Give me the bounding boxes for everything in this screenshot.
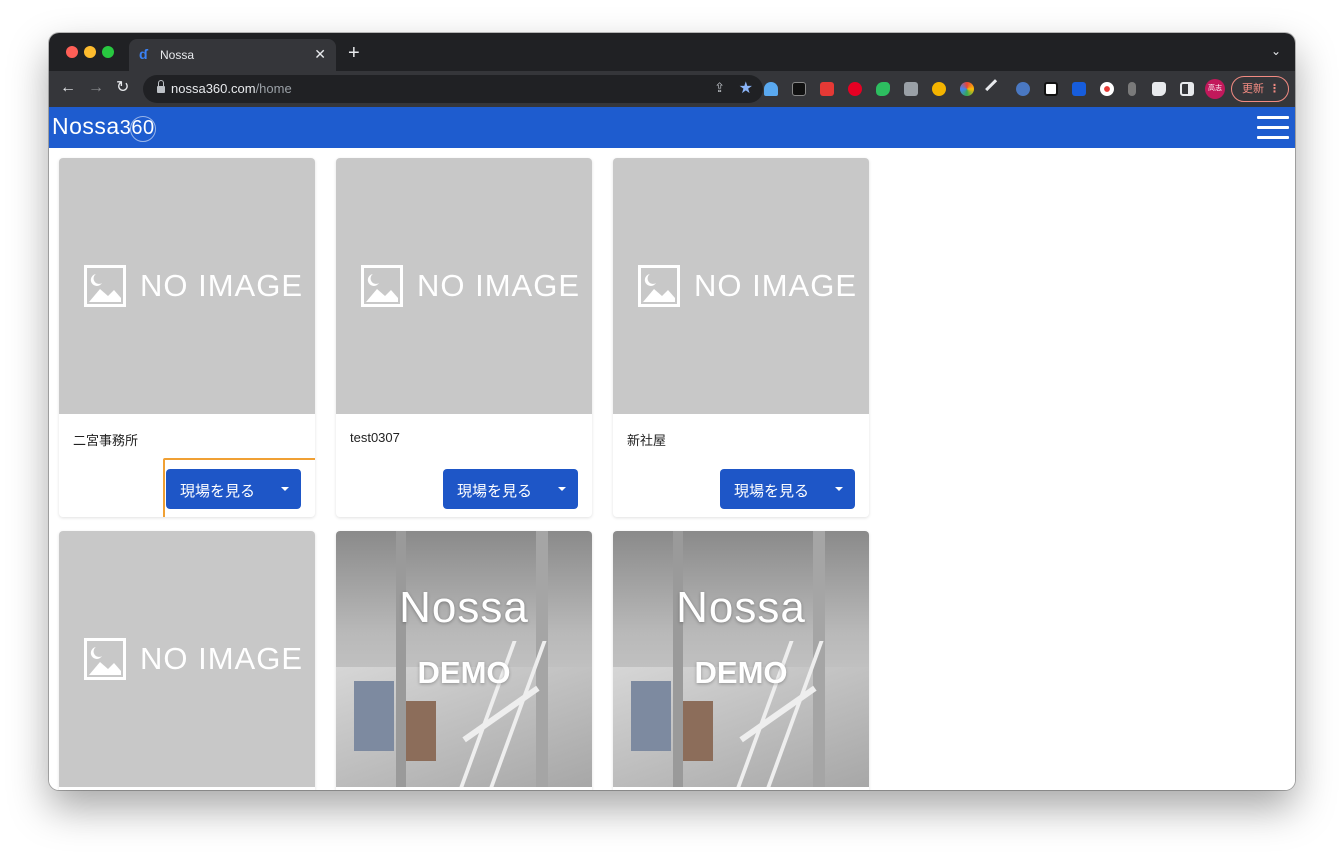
site-title: test0307 (350, 430, 400, 445)
demo-thumbnail[interactable]: Nossa DEMO (613, 531, 869, 787)
extensions-puzzle-icon[interactable] (1152, 82, 1166, 96)
site-card: Nossa DEMO (336, 531, 592, 790)
no-image-placeholder: NO IMAGE (84, 637, 303, 681)
side-panel-icon[interactable] (1180, 82, 1194, 96)
bookmark-star-icon[interactable]: ★ (739, 78, 753, 98)
browser-window: ɗ Nossa ✕ + ⌄ ← → ↻ nossa360.com/home ⇪ … (49, 33, 1295, 790)
demo-thumbnail[interactable]: Nossa DEMO (336, 531, 592, 787)
app-header: Nossa360 (49, 107, 1295, 148)
extension-gem-icon[interactable] (764, 82, 778, 96)
maximize-window-button[interactable] (102, 46, 114, 58)
extension-bitwarden-icon[interactable] (1072, 82, 1086, 96)
more-menu-icon[interactable]: ⋮ (1269, 77, 1280, 101)
update-button[interactable]: 更新 ⋮ (1231, 76, 1289, 102)
browser-toolbar: ← → ↻ nossa360.com/home ⇪ ★ 高志 更新 ⋮ (49, 71, 1295, 107)
demo-brand-text: Nossa (399, 583, 529, 632)
view-site-button[interactable]: 現場を見る (443, 469, 578, 509)
extension-color-icon[interactable] (960, 82, 974, 96)
address-bar[interactable]: nossa360.com/home ⇪ ★ (143, 75, 763, 103)
forward-arrow-icon[interactable]: → (88, 79, 104, 97)
tab-close-icon[interactable]: ✕ (314, 46, 326, 62)
demo-brand-text: Nossa (676, 583, 806, 632)
extension-pinterest-icon[interactable] (848, 82, 862, 96)
extension-record-icon[interactable] (1100, 82, 1114, 96)
share-icon[interactable]: ⇪ (714, 80, 725, 96)
minimize-window-button[interactable] (84, 46, 96, 58)
image-placeholder-icon (361, 265, 403, 307)
site-title: 二宮事務所 (73, 433, 139, 448)
site-grid: NO IMAGE 二宮事務所 現場を見る NO IMAGE test0307 現… (49, 148, 1295, 790)
extension-microphone-icon[interactable] (1128, 82, 1136, 96)
lock-icon[interactable] (157, 80, 165, 93)
extension-notion-icon[interactable] (1044, 82, 1058, 96)
caret-down-icon[interactable] (835, 487, 843, 491)
no-image-placeholder: NO IMAGE (84, 264, 303, 308)
caret-down-icon[interactable] (281, 487, 289, 491)
hamburger-menu-icon[interactable] (1257, 116, 1289, 140)
site-card: NO IMAGE 二宮事務所 現場を見る (59, 158, 315, 517)
site-card: NO IMAGE test0307 現場を見る (336, 158, 592, 517)
extension-camera-icon[interactable] (904, 82, 918, 96)
site-thumbnail[interactable]: NO IMAGE (336, 158, 592, 414)
reload-icon[interactable]: ↻ (116, 79, 129, 97)
view-site-button[interactable]: 現場を見る (166, 469, 301, 509)
image-placeholder-icon (84, 638, 126, 680)
site-card: NO IMAGE 新社屋 現場を見る (613, 158, 869, 517)
nossa-favicon-icon: ɗ (139, 46, 148, 62)
site-thumbnail[interactable]: NO IMAGE (613, 158, 869, 414)
extension-globe-icon[interactable] (1016, 82, 1030, 96)
tab-search-icon[interactable]: ⌄ (1271, 44, 1281, 58)
profile-avatar[interactable]: 高志 (1205, 79, 1225, 99)
image-placeholder-icon (84, 265, 126, 307)
back-arrow-icon[interactable]: ← (60, 79, 76, 97)
extension-screenshot-icon[interactable] (932, 82, 946, 96)
extension-todoist-icon[interactable] (820, 82, 834, 96)
close-window-button[interactable] (66, 46, 78, 58)
site-title: 新社屋 (627, 433, 667, 448)
site-thumbnail[interactable]: NO IMAGE (59, 158, 315, 414)
url-text[interactable]: nossa360.com/home (171, 81, 292, 96)
extension-qr-icon[interactable] (792, 82, 806, 96)
image-placeholder-icon (638, 265, 680, 307)
tab-bar: ɗ Nossa ✕ + ⌄ (49, 33, 1295, 71)
no-image-placeholder: NO IMAGE (361, 264, 580, 308)
site-thumbnail[interactable]: NO IMAGE (59, 531, 315, 787)
logo-ring (130, 116, 156, 142)
nossa-logo[interactable]: Nossa360 (52, 113, 156, 142)
no-image-placeholder: NO IMAGE (638, 264, 857, 308)
site-card: NO IMAGE (59, 531, 315, 790)
extension-evernote-icon[interactable] (876, 82, 890, 96)
view-site-button[interactable]: 現場を見る (720, 469, 855, 509)
browser-tab[interactable]: ɗ Nossa ✕ (129, 39, 336, 71)
extension-eyedropper-icon[interactable] (985, 79, 1005, 99)
caret-down-icon[interactable] (558, 487, 566, 491)
demo-label: DEMO (417, 655, 511, 690)
new-tab-button[interactable]: + (348, 43, 360, 63)
site-card: Nossa DEMO (613, 531, 869, 790)
demo-label: DEMO (694, 655, 788, 690)
tab-title: Nossa (160, 48, 195, 62)
